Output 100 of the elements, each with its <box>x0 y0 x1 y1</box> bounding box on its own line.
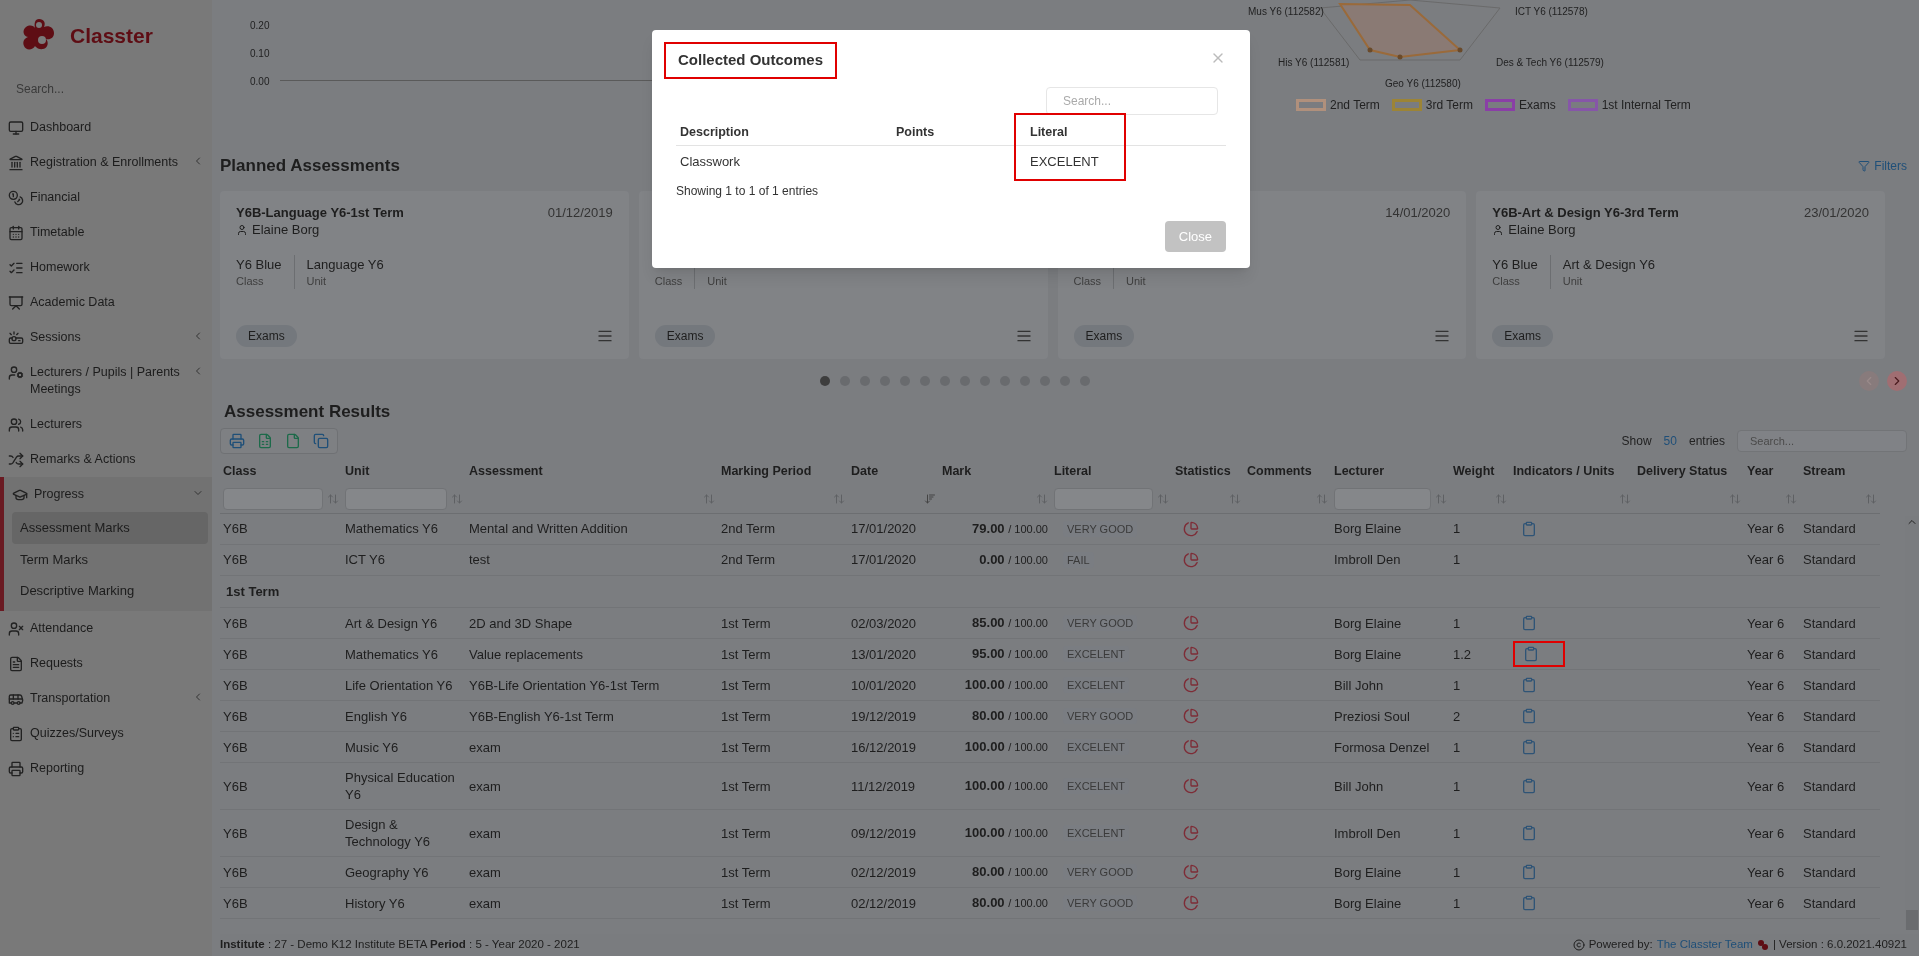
column-header[interactable]: Unit <box>342 458 466 485</box>
filters-button[interactable]: Filters <box>1858 156 1907 175</box>
mark-value: 0.00 <box>979 551 1005 567</box>
brand-name: Classter <box>70 23 153 50</box>
pie-chart-icon[interactable] <box>1183 778 1199 795</box>
column-header[interactable]: Indicators / Units <box>1510 458 1634 485</box>
spreadsheet-icon[interactable] <box>257 433 273 449</box>
sidebar-item[interactable]: Financial <box>0 180 212 215</box>
clipboard-icon[interactable] <box>1521 615 1537 632</box>
column-header[interactable]: Mark <box>939 458 1051 485</box>
table-cell: Borg Elaine <box>1331 513 1450 545</box>
sort-icon[interactable] <box>703 492 715 505</box>
sidebar-item[interactable]: Timetable <box>0 215 212 250</box>
printer-icon <box>8 760 24 777</box>
column-header[interactable]: Assessment <box>466 458 718 485</box>
clipboard-icon[interactable] <box>1521 520 1537 537</box>
printer-icon[interactable] <box>229 433 245 449</box>
sidebar-item[interactable]: Transportation <box>0 680 212 716</box>
sidebar-item[interactable]: Attendance <box>0 610 212 646</box>
column-header[interactable]: Comments <box>1244 458 1331 485</box>
pie-chart-icon[interactable] <box>1183 677 1199 694</box>
column-header[interactable]: Delivery Status <box>1634 458 1744 485</box>
clipboard-icon[interactable] <box>1521 677 1537 694</box>
file-icon[interactable] <box>285 433 301 449</box>
pie-chart-icon[interactable] <box>1183 646 1199 663</box>
table-cell: Year 6 <box>1744 669 1800 701</box>
column-header[interactable]: Class <box>220 458 342 485</box>
table-cell: Year 6 <box>1744 638 1800 670</box>
clipboard-icon[interactable] <box>1521 895 1537 912</box>
logo-icon <box>1756 939 1769 951</box>
pie-chart-icon[interactable] <box>1183 551 1199 568</box>
previous-icon[interactable] <box>1859 370 1879 391</box>
column-header[interactable]: Statistics <box>1172 458 1244 485</box>
clipboard-icon[interactable] <box>1521 708 1537 725</box>
sort-icon[interactable] <box>1229 492 1241 505</box>
monitor-icon <box>8 120 24 136</box>
search-field[interactable]: Search... <box>1737 430 1907 452</box>
sort-icon[interactable] <box>1036 492 1048 505</box>
table-cell: Physical Education Y6 <box>342 762 466 810</box>
sort-icon[interactable] <box>924 492 936 505</box>
sort-icon[interactable] <box>1157 492 1169 505</box>
column-header[interactable]: Literal <box>1030 122 1222 142</box>
pie-chart-icon[interactable] <box>1183 895 1199 912</box>
sidebar-item[interactable]: Progress <box>4 477 212 512</box>
sidebar-item[interactable]: Reporting <box>0 750 212 786</box>
table-cell: ICT Y6 <box>342 544 466 576</box>
submenu-item[interactable]: Assessment Marks <box>12 512 208 544</box>
clipboard-icon[interactable] <box>1521 825 1537 842</box>
clipboard-icon[interactable] <box>1521 739 1537 756</box>
clipboard-icon[interactable] <box>1521 864 1537 881</box>
copy-icon[interactable] <box>313 433 329 449</box>
sidebar-item[interactable]: Remarks & Actions <box>0 442 212 477</box>
sidebar-item[interactable]: Academic Data <box>0 285 212 320</box>
sort-icon[interactable] <box>1619 492 1631 505</box>
sidebar-item[interactable]: Requests <box>0 645 212 681</box>
pie-chart-icon[interactable] <box>1183 739 1199 756</box>
pie-chart-icon[interactable] <box>1183 708 1199 725</box>
table-cell: 1 <box>1450 544 1510 576</box>
sort-icon[interactable] <box>327 492 339 505</box>
sidebar-item[interactable]: Lecturers <box>0 407 212 442</box>
presentation-icon <box>8 295 24 311</box>
pie-chart-icon[interactable] <box>1183 825 1199 842</box>
next-icon[interactable] <box>1887 370 1907 391</box>
pie-chart-icon[interactable] <box>1183 864 1199 881</box>
sidebar-item[interactable]: Dashboard <box>0 110 212 145</box>
sidebar-item[interactable]: Lecturers / Pupils | Parents Meetings <box>0 355 212 407</box>
column-header[interactable]: Date <box>848 458 939 485</box>
team-link[interactable]: The Classter Team <box>1656 936 1753 954</box>
sort-icon[interactable] <box>1729 492 1741 505</box>
sidebar-item[interactable]: Registration & Enrollments <box>0 145 212 180</box>
sort-icon[interactable] <box>1865 492 1877 505</box>
submenu-item[interactable]: Descriptive Marking <box>12 575 208 607</box>
sort-icon[interactable] <box>451 492 463 505</box>
table-cell: Standard <box>1800 762 1880 810</box>
clipboard-icon[interactable] <box>1523 646 1539 663</box>
table-cell: 1 <box>1450 762 1510 810</box>
column-header[interactable]: Points <box>896 122 1030 142</box>
column-header[interactable]: Year <box>1744 458 1800 485</box>
sort-icon[interactable] <box>833 492 845 505</box>
table-cell: 1 <box>1450 887 1510 919</box>
submenu-item[interactable]: Term Marks <box>12 543 208 575</box>
column-header[interactable]: Marking Period <box>718 458 848 485</box>
sort-icon[interactable] <box>1316 492 1328 505</box>
pie-chart-icon[interactable] <box>1183 520 1199 537</box>
table-cell: 1 <box>1450 513 1510 545</box>
sort-icon[interactable] <box>1495 492 1507 505</box>
column-header[interactable]: Description <box>680 122 896 142</box>
pie-chart-icon[interactable] <box>1183 615 1199 632</box>
column-header[interactable]: Lecturer <box>1331 458 1450 485</box>
clipboard-icon[interactable] <box>1521 778 1537 795</box>
sidebar-item[interactable]: Sessions <box>0 320 212 355</box>
sort-icon[interactable] <box>1435 492 1447 505</box>
column-header[interactable]: Literal <box>1051 458 1172 485</box>
column-header[interactable]: Weight <box>1450 458 1510 485</box>
sidebar-item[interactable]: Homework <box>0 250 212 285</box>
sidebar-item[interactable]: Quizzes/Surveys <box>0 715 212 751</box>
sort-icon[interactable] <box>1785 492 1797 505</box>
column-header[interactable]: Stream <box>1800 458 1880 485</box>
page-size-select[interactable]: 50 <box>1659 432 1681 450</box>
search-field[interactable]: Search... <box>12 76 200 102</box>
